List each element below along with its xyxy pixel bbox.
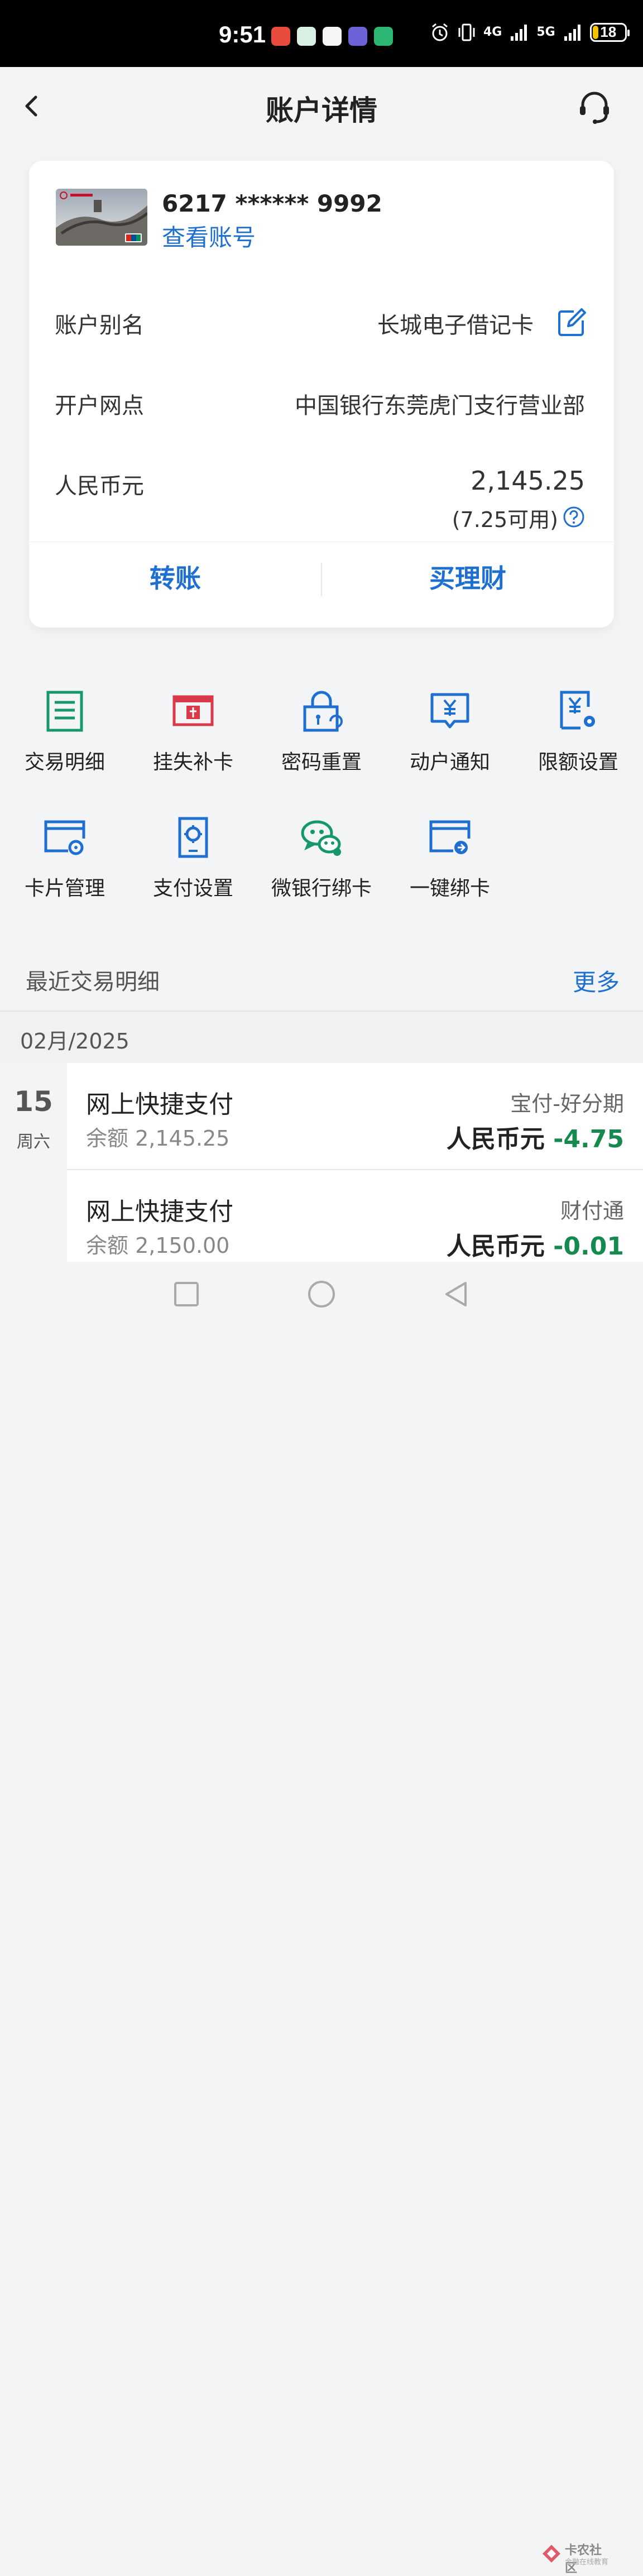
service-label: 挂失补卡 (152, 751, 233, 774)
status-bar: 9:51 4G 5G 18 (0, 0, 643, 67)
system-nav-bar: 卡农社区 金融在线教育 (0, 1262, 643, 2575)
currency-label: 人民币元 (55, 473, 144, 499)
month-header: 02月/2025 (0, 1011, 643, 1064)
transaction-merchant: 财付通 (560, 1199, 624, 1223)
service-password-reset[interactable]: 密码重置 (257, 689, 386, 775)
card-link-icon (429, 820, 471, 854)
battery-percent: 18 (600, 23, 617, 40)
help-icon[interactable] (563, 506, 585, 528)
transaction-amount-value: -0.01 (553, 1232, 624, 1261)
service-label: 支付设置 (152, 877, 233, 900)
branch-label: 开户网点 (55, 393, 144, 419)
card-replace-icon (172, 695, 214, 726)
card-number: 6217 ****** 9992 (162, 190, 382, 217)
list-icon (46, 691, 83, 732)
network-5g-label: 5G (536, 25, 555, 39)
transaction-currency: 人民币元 (446, 1125, 545, 1153)
service-label: 交易明细 (24, 751, 105, 774)
balance-value: 2,145.25 (471, 466, 585, 496)
transaction-row[interactable]: 网上快捷支付 余额 2,150.00 财付通 人民币元 -0.01 (67, 1170, 643, 1276)
alias-value: 长城电子借记卡 (377, 313, 534, 338)
signal-icon (564, 25, 580, 41)
lock-reset-icon (303, 691, 343, 732)
app-notification-icon (271, 27, 290, 46)
recent-transactions-title: 最近交易明细 (26, 969, 160, 995)
status-time: 9:51 (219, 21, 266, 47)
transaction-amount: 人民币元 -4.75 (447, 1119, 624, 1155)
service-wechat-bind-card[interactable]: 微银行绑卡 (257, 815, 386, 901)
service-payment-settings[interactable]: 支付设置 (128, 815, 258, 901)
watermark-logo: 卡农社区 金融在线教育 (540, 2538, 613, 2575)
phone-settings-icon (178, 817, 208, 858)
battery-icon: 18 (589, 23, 630, 42)
branch-value: 中国银行东莞虎门支行营业部 (295, 393, 585, 419)
page-title: 账户详情 (266, 94, 377, 127)
transaction-name: 网上快捷支付 (86, 1198, 233, 1226)
service-card-management[interactable]: 卡片管理 (0, 815, 129, 901)
service-label: 限额设置 (538, 751, 618, 774)
transaction-currency: 人民币元 (446, 1232, 545, 1261)
service-label: 动户通知 (409, 751, 490, 774)
service-report-loss[interactable]: 挂失补卡 (128, 689, 258, 775)
alias-label: 账户别名 (55, 313, 144, 338)
notification-icons (271, 27, 393, 46)
signal-icon (511, 25, 527, 41)
service-transaction-details[interactable]: 交易明细 (0, 689, 129, 775)
yuan-message-icon (430, 693, 469, 729)
transaction-day: 15 (14, 1085, 53, 1118)
back-triangle-icon[interactable] (441, 1279, 472, 1310)
transaction-name: 网上快捷支付 (86, 1090, 233, 1119)
month-label: 02月/2025 (20, 1029, 129, 1054)
transaction-balance: 余额 2,145.25 (86, 1126, 230, 1151)
transaction-list: 网上快捷支付 余额 2,145.25 宝付-好分期 人民币元 -4.75 网上快… (67, 1063, 643, 1262)
transaction-row[interactable]: 网上快捷支付 余额 2,145.25 宝付-好分期 人民币元 -4.75 (67, 1063, 643, 1170)
nav-header: 账户详情 (0, 67, 643, 145)
edit-icon[interactable] (556, 307, 587, 338)
card-settings-icon (44, 820, 85, 855)
more-link[interactable]: 更多 (573, 964, 620, 998)
view-account-number-link[interactable]: 查看账号 (162, 219, 256, 253)
transaction-balance: 余额 2,150.00 (86, 1233, 230, 1258)
customer-service-icon[interactable] (575, 87, 614, 126)
service-label: 密码重置 (281, 751, 362, 774)
service-account-notice[interactable]: 动户通知 (385, 689, 515, 775)
app-notification-icon (374, 27, 393, 46)
yuan-settings-icon (560, 691, 595, 730)
recent-apps-icon[interactable] (171, 1279, 202, 1310)
service-label: 一键绑卡 (409, 877, 490, 900)
app-notification-icon (323, 27, 342, 46)
status-indicators: 4G 5G 18 (430, 22, 630, 42)
vibrate-icon (458, 23, 475, 41)
watermark-icon (543, 2545, 560, 2563)
date-column: 15 周六 (0, 1063, 67, 1262)
service-label: 微银行绑卡 (271, 877, 372, 900)
watermark-subtitle: 金融在线教育 (565, 2558, 609, 2567)
home-icon[interactable] (306, 1279, 337, 1310)
great-wall-card-icon (56, 189, 147, 246)
wechat-icon (301, 820, 341, 856)
transfer-button[interactable]: 转账 (29, 558, 322, 595)
transaction-amount: 人民币元 -0.01 (447, 1226, 624, 1262)
service-label: 卡片管理 (24, 877, 105, 900)
network-4g-label: 4G (483, 25, 502, 39)
app-notification-icon (297, 27, 316, 46)
account-card: 6217 ****** 9992 查看账号 账户别名 长城电子借记卡 开户网点 … (29, 161, 614, 628)
alarm-icon (432, 23, 448, 41)
service-one-click-bind[interactable]: 一键绑卡 (385, 815, 515, 901)
app-notification-icon (348, 27, 367, 46)
buy-wealth-product-button[interactable]: 买理财 (322, 558, 614, 595)
service-limit-settings[interactable]: 限额设置 (514, 689, 643, 775)
available-balance: (7.25可用) (452, 507, 558, 532)
transaction-merchant: 宝付-好分期 (510, 1091, 624, 1116)
transaction-weekday: 周六 (17, 1132, 50, 1152)
bank-card-image (56, 189, 147, 246)
transaction-amount-value: -4.75 (553, 1125, 624, 1153)
